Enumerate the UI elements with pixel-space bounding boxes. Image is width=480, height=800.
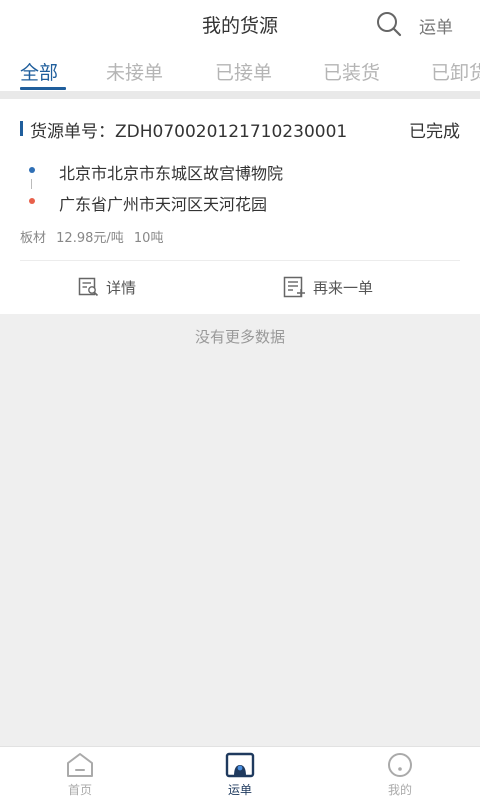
cargo-weight: 10吨 — [133, 231, 164, 246]
order-card[interactable]: 货源单号：ZDH07002012171023000​1 已完成 北京市北京市东城… — [0, 99, 480, 314]
tab-not-accepted[interactable]: 未接单 — [106, 58, 163, 85]
no-more-data-text: 没有更多数据 — [194, 328, 285, 346]
document-search-icon — [78, 277, 99, 297]
nav-label-home: 首页 — [67, 783, 92, 797]
waybill-icon — [225, 752, 255, 778]
order-number: 货源单号：ZDH07002012171023000​1 — [30, 122, 348, 142]
nav-label-waybill: 运单 — [227, 783, 252, 797]
status-badge: 已完成 — [409, 122, 460, 142]
tab-unloaded[interactable]: 已卸货 — [431, 58, 480, 85]
page-title: 我的货源 — [201, 15, 278, 37]
cargo-price: 12.98元/吨 — [56, 231, 124, 246]
section-divider — [0, 91, 480, 99]
cargo-info: 板材 12.98元/吨 10吨 — [20, 227, 169, 246]
destination-address: 广东省广州市天河区天河花园 — [59, 195, 268, 214]
home-icon — [67, 753, 93, 777]
nav-label-mine: 我的 — [387, 783, 412, 797]
nav-item-waybill[interactable]: 运单 — [200, 751, 280, 798]
search-icon[interactable] — [374, 10, 404, 38]
tab-accepted[interactable]: 已接单 — [215, 58, 272, 85]
tab-loaded[interactable]: 已装货 — [323, 58, 380, 85]
destination-dot-icon — [29, 198, 35, 204]
status-tabs: 全部 未接单 已接单 已装货 已卸货 — [0, 48, 480, 91]
origin-dot-icon — [29, 167, 35, 173]
details-label: 详情 — [106, 278, 137, 297]
tab-all[interactable]: 全部 — [20, 58, 58, 85]
document-add-icon — [283, 276, 305, 298]
active-tab-indicator — [20, 87, 66, 90]
bottom-nav: 首页 运单 我的 — [0, 746, 480, 800]
nav-item-mine[interactable]: 我的 — [360, 751, 440, 798]
waybill-link[interactable]: 运单 — [419, 13, 453, 38]
profile-icon — [388, 753, 412, 777]
details-button[interactable]: 详情 — [78, 275, 136, 299]
route-connector — [31, 179, 32, 189]
origin-address: 北京市北京市东城区故宫博物院 — [59, 164, 284, 183]
cargo-type: 板材 — [20, 231, 47, 246]
card-divider — [20, 260, 460, 261]
nav-item-home[interactable]: 首页 — [40, 751, 120, 798]
top-bar: 我的货源 运单 — [0, 0, 480, 48]
reorder-button[interactable]: 再来一单 — [283, 275, 373, 299]
reorder-label: 再来一单 — [313, 278, 374, 297]
order-accent-bar — [20, 121, 23, 136]
